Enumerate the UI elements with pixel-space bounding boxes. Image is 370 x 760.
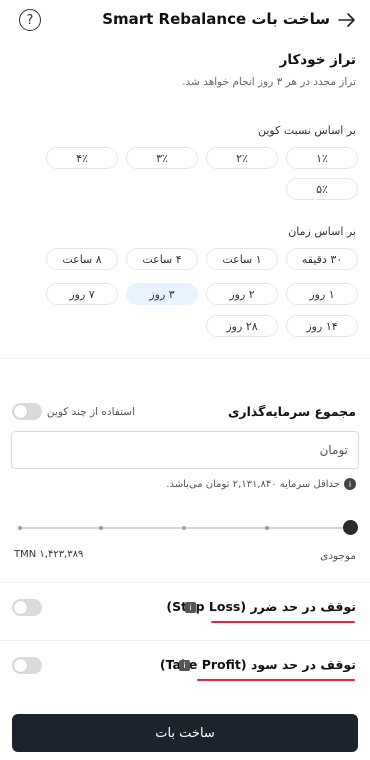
min-investment-note: i حداقل سرمایه ۲,۱۳۱,۸۴۰ تومان می‌باشد.	[166, 478, 356, 490]
ratio-option-4[interactable]: ۴٪	[46, 147, 118, 169]
investment-amount-field[interactable]	[11, 431, 359, 469]
investment-title: مجموع سرمایه‌گذاری	[227, 404, 356, 419]
investment-slider[interactable]	[18, 520, 358, 536]
header: ساخت بات Smart Rebalance ?	[0, 0, 370, 40]
slider-thumb[interactable]	[343, 520, 358, 535]
time-option-8h[interactable]: ۸ ساعت	[46, 248, 118, 270]
ratio-option-2[interactable]: ۲٪	[206, 147, 278, 169]
divider	[0, 640, 370, 641]
auto-rebalance-title: تراز خودکار	[279, 52, 356, 68]
time-label: بر اساس زمان	[288, 225, 356, 238]
toggle-knob	[14, 659, 27, 672]
smart-rebalance-page: ساخت بات Smart Rebalance ? تراز خودکار ت…	[0, 0, 370, 760]
stop-loss-toggle[interactable]	[12, 599, 42, 616]
multi-coin-toggle[interactable]	[12, 403, 42, 420]
min-investment-text: حداقل سرمایه ۲,۱۳۱,۸۴۰ تومان می‌باشد.	[166, 478, 340, 490]
slider-tick	[265, 526, 269, 530]
divider	[0, 358, 370, 359]
question-circle-icon[interactable]: ?	[19, 9, 41, 31]
time-option-14d[interactable]: ۱۴ روز	[286, 315, 358, 337]
take-profit-underline	[197, 679, 355, 681]
ratio-option-3[interactable]: ۳٪	[126, 147, 198, 169]
multi-coin-label: استفاده از چند کوین	[46, 406, 135, 418]
page-title: ساخت بات Smart Rebalance	[102, 10, 330, 28]
stop-loss-underline	[211, 621, 355, 623]
ratio-label: بر اساس نسبت کوین	[257, 124, 356, 137]
create-bot-button[interactable]: ساخت بات	[12, 714, 358, 752]
time-option-30min[interactable]: ۳۰ دقیقه	[286, 248, 358, 270]
time-option-1d[interactable]: ۱ روز	[286, 283, 358, 305]
slider-tick	[18, 526, 22, 530]
slider-tick	[182, 526, 186, 530]
stop-loss-info-icon[interactable]: i	[185, 602, 196, 613]
take-profit-toggle[interactable]	[12, 657, 42, 674]
time-option-1h[interactable]: ۱ ساعت	[206, 248, 278, 270]
ratio-option-5[interactable]: ۵٪	[286, 178, 358, 200]
arrow-right-icon[interactable]	[336, 9, 358, 31]
time-option-7d[interactable]: ۷ روز	[46, 283, 118, 305]
toggle-knob	[14, 405, 27, 418]
time-option-4h[interactable]: ۴ ساعت	[126, 248, 198, 270]
take-profit-info-icon[interactable]: i	[179, 660, 190, 671]
info-icon: i	[344, 478, 356, 490]
time-option-2d[interactable]: ۲ روز	[206, 283, 278, 305]
ratio-option-1[interactable]: ۱٪	[286, 147, 358, 169]
auto-rebalance-description: تراز مجدد در هر ۳ روز انجام خواهد شد.	[182, 76, 356, 88]
balance-label: موجودی	[320, 550, 356, 562]
investment-amount-input[interactable]	[12, 432, 358, 468]
help-glyph: ?	[26, 12, 34, 28]
toggle-knob	[14, 601, 27, 614]
time-option-28d[interactable]: ۲۸ روز	[206, 315, 278, 337]
time-option-3d[interactable]: ۳ روز	[126, 283, 198, 305]
balance-value: TMN ۱,۴۲۳,۳۸۹	[14, 549, 84, 560]
divider	[0, 582, 370, 583]
slider-tick	[99, 526, 103, 530]
